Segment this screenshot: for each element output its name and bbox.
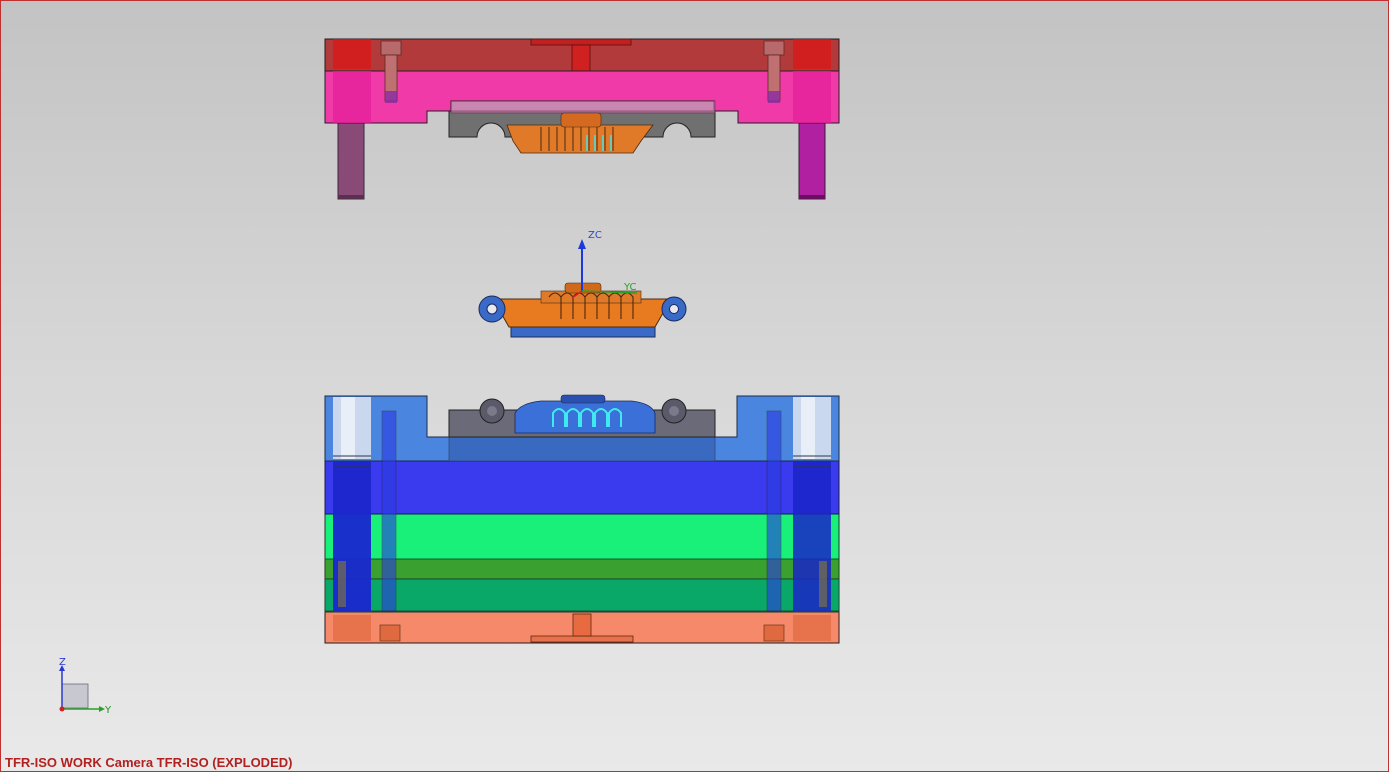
wcs-z-label: ZC <box>588 230 602 241</box>
return-pin-right <box>763 410 785 642</box>
guide-pin-left[interactable] <box>337 120 365 200</box>
view-status-text: TFR-ISO WORK Camera TFR-ISO (EXPLODED) <box>5 755 293 770</box>
ejector-retainer-plate[interactable] <box>324 578 840 612</box>
support-plate[interactable] <box>324 460 840 515</box>
guide-pin-right[interactable] <box>798 120 826 200</box>
ejector-plate[interactable] <box>324 558 840 580</box>
wcs-y-label: YC <box>623 282 637 293</box>
triad-y-label: Y <box>104 705 112 716</box>
mold-assembly-exploded-view[interactable]: ZC YC Z Y <box>1 1 1388 771</box>
view-triad-icon[interactable]: Z Y <box>59 657 112 716</box>
cavity-half-assembly[interactable] <box>324 38 840 200</box>
core-cavity-shape <box>514 394 656 434</box>
graphics-window[interactable]: ZC YC Z Y TFR-ISO WORK Camera TFR-ISO (E… <box>0 0 1389 772</box>
triad-z-label: Z <box>59 657 66 668</box>
sprue-bushing[interactable] <box>571 44 591 72</box>
ejector-rod <box>572 613 592 637</box>
core-half-assembly[interactable] <box>324 394 840 644</box>
datum-csys-icon[interactable]: ZC YC <box>571 230 638 299</box>
